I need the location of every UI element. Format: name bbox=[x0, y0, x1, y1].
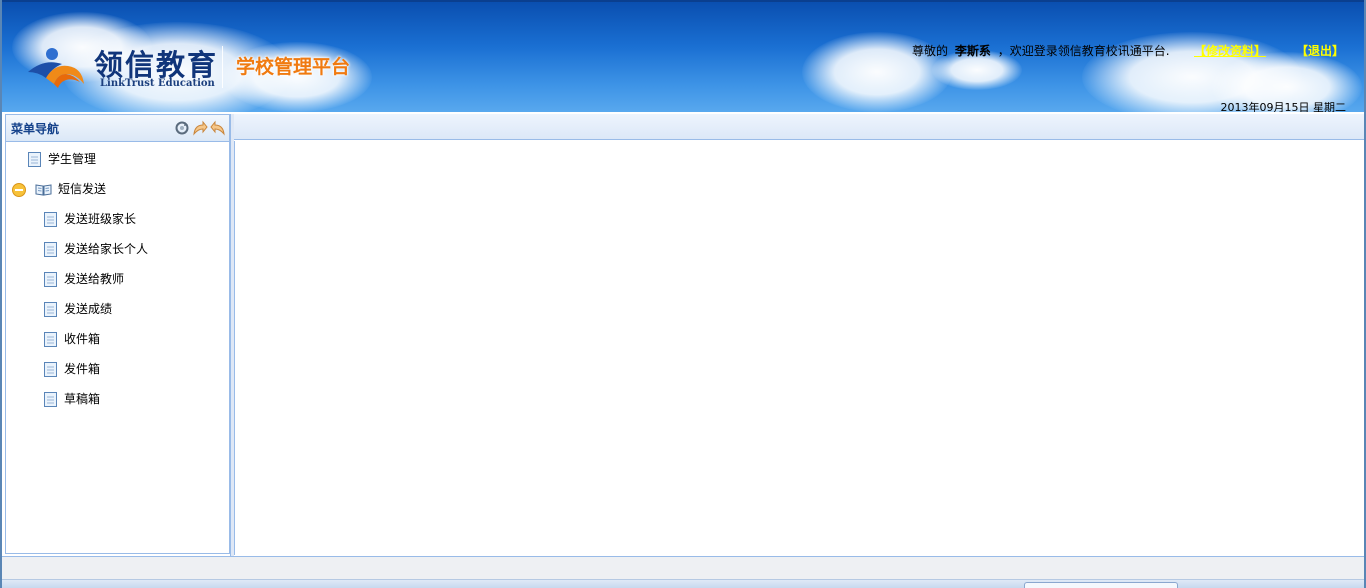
menu-item-drafts[interactable]: 草稿箱 bbox=[44, 389, 100, 409]
sidebar-header: 菜单导航 bbox=[6, 115, 229, 142]
forward-icon[interactable] bbox=[192, 120, 208, 136]
logo-divider bbox=[222, 46, 223, 88]
header-banner: 领信教育 LinkTrust Education 学校管理平台 尊敬的 李斯系 … bbox=[2, 0, 1364, 112]
menu-item-inbox[interactable]: 收件箱 bbox=[44, 329, 100, 349]
logout-link[interactable]: 【退出】 bbox=[1296, 42, 1344, 59]
menu-item-label: 收件箱 bbox=[64, 332, 101, 346]
main-content-area bbox=[234, 141, 1364, 555]
welcome-suffix: ，欢迎登录领信教育校讯通平台. bbox=[997, 44, 1170, 58]
document-icon bbox=[44, 272, 57, 287]
document-icon bbox=[44, 302, 57, 317]
footer-tab-handle[interactable] bbox=[1024, 582, 1178, 588]
menu-item-label: 发件箱 bbox=[64, 362, 101, 376]
menu-folder-sms-send[interactable]: 短信发送 bbox=[12, 179, 106, 199]
current-date: 2013年09月15日 星期二 bbox=[1220, 101, 1347, 112]
sidebar-panel: 菜单导航 学生管理 短信发送 发送班级家长 发送给家长个人 发送给教师 发送成绩… bbox=[5, 114, 230, 554]
menu-item-send-teachers[interactable]: 发送给教师 bbox=[44, 269, 124, 289]
menu-folder-label: 短信发送 bbox=[58, 182, 107, 196]
platform-title: 学校管理平台 bbox=[236, 56, 351, 78]
sidebar-title: 菜单导航 bbox=[11, 122, 60, 136]
menu-item-send-class-parents[interactable]: 发送班级家长 bbox=[44, 209, 136, 229]
brand-logo: 领信教育 LinkTrust Education 学校管理平台 bbox=[24, 40, 374, 96]
logo-mark-icon bbox=[28, 48, 84, 88]
document-icon bbox=[28, 152, 41, 167]
menu-item-label: 发送给家长个人 bbox=[64, 242, 149, 256]
welcome-message: 尊敬的 李斯系 ，欢迎登录领信教育校讯通平台. bbox=[912, 42, 1170, 59]
document-icon bbox=[44, 332, 57, 347]
menu-item-outbox[interactable]: 发件箱 bbox=[44, 359, 100, 379]
menu-item-send-parent-individual[interactable]: 发送给家长个人 bbox=[44, 239, 148, 259]
document-icon bbox=[44, 362, 57, 377]
menu-item-student-management[interactable]: 学生管理 bbox=[28, 149, 96, 169]
menu-item-label: 发送班级家长 bbox=[64, 212, 137, 226]
footer-bar bbox=[2, 556, 1364, 588]
welcome-prefix: 尊敬的 bbox=[912, 44, 949, 58]
menu-item-send-grades[interactable]: 发送成绩 bbox=[44, 299, 112, 319]
username: 李斯系 bbox=[954, 44, 991, 58]
refresh-icon[interactable] bbox=[174, 120, 190, 136]
menu-item-label: 发送给教师 bbox=[64, 272, 125, 286]
edit-profile-link[interactable]: 【修改资料】 bbox=[1194, 42, 1266, 59]
main-tab-strip bbox=[234, 114, 1364, 140]
menu-item-label: 学生管理 bbox=[48, 152, 97, 166]
document-icon bbox=[44, 392, 57, 407]
open-book-icon bbox=[35, 184, 52, 196]
brand-name-english: LinkTrust Education bbox=[100, 78, 215, 89]
document-icon bbox=[44, 242, 57, 257]
menu-item-label: 草稿箱 bbox=[64, 392, 101, 406]
document-icon bbox=[44, 212, 57, 227]
collapse-icon[interactable] bbox=[12, 182, 26, 197]
back-icon[interactable] bbox=[210, 120, 226, 136]
menu-item-label: 发送成绩 bbox=[64, 302, 113, 316]
app-window: 领信教育 LinkTrust Education 学校管理平台 尊敬的 李斯系 … bbox=[0, 0, 1366, 588]
